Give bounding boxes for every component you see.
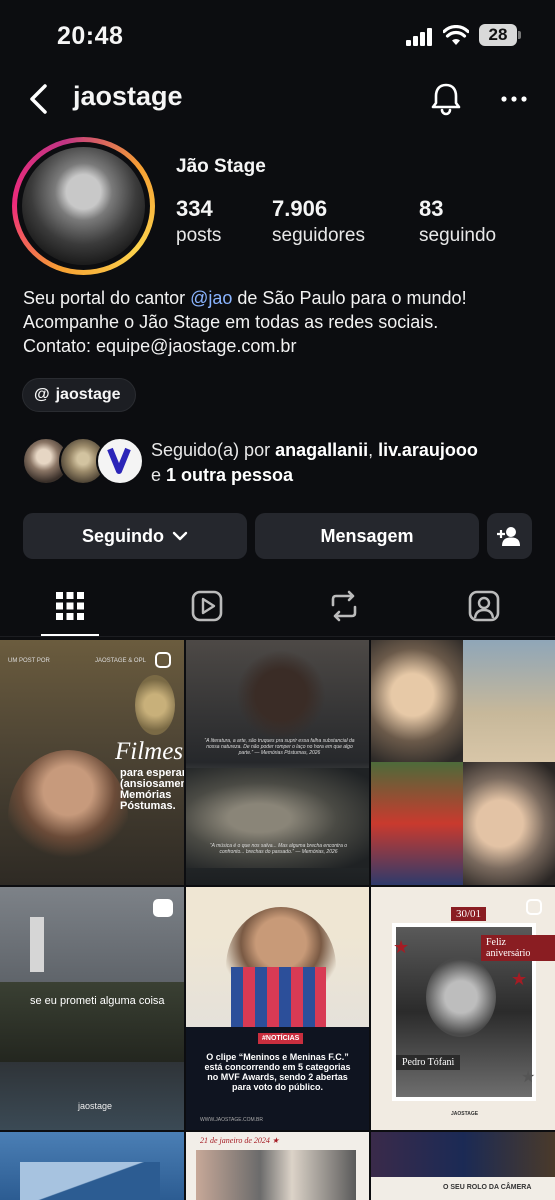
post-caption: “A literatura, a arte, são truques pra s…: [204, 738, 355, 756]
bio-text: de São Paulo para o mundo!: [232, 288, 467, 308]
mutual-follower-name: anagallanii: [275, 440, 369, 460]
post-caption: O SEU ROLO DA CÂMERA: [443, 1184, 532, 1191]
profile-bio: Seu portal do cantor @jao de São Paulo p…: [23, 286, 543, 358]
post-caption: se eu prometi alguma coisa: [30, 995, 165, 1007]
reel-icon: [153, 899, 173, 917]
bio-contact: Contato: equipe@jaostage.com.br: [23, 336, 297, 356]
post-credit: UM POST POR: [8, 658, 50, 664]
tagged-tab-icon[interactable]: [464, 586, 504, 626]
chevron-down-icon: [172, 531, 188, 541]
message-button-label: Mensagem: [320, 525, 414, 546]
following-button-label: Seguindo: [82, 525, 164, 546]
back-arrow-icon[interactable]: [25, 82, 55, 116]
post-thumbnail[interactable]: 30/01 Feliz aniversário Pedro Tófani JAO…: [371, 887, 555, 1130]
mutual-followers-others: 1 outra pessoa: [166, 465, 294, 485]
more-options-icon[interactable]: [500, 90, 528, 108]
post-name: Pedro Tófani: [396, 1055, 461, 1070]
followers-count[interactable]: 7.906: [272, 196, 327, 222]
post-thumbnail[interactable]: UM POST POR JAOSTAGE & OPL Filmes para e…: [0, 640, 184, 885]
cellular-signal-icon: [406, 28, 434, 46]
post-date: 30/01: [451, 907, 487, 921]
battery-indicator: 28: [479, 24, 521, 46]
clock: 20:48: [57, 22, 124, 50]
followers-label[interactable]: seguidores: [272, 225, 365, 247]
post-caption: “A música é o que nos salva... Mas algum…: [209, 843, 348, 855]
threads-username: jaostage: [55, 386, 121, 403]
post-footer: JAOSTAGE: [451, 1111, 479, 1117]
mutual-follower-name: liv.araujooo: [378, 440, 478, 460]
post-title: Filmes: [115, 738, 184, 765]
post-thumbnail[interactable]: [371, 640, 555, 885]
bio-mention-link[interactable]: @jao: [190, 288, 232, 308]
bio-text: Seu portal do cantor: [23, 288, 191, 308]
post-greeting: Feliz aniversário: [481, 935, 555, 961]
profile-avatar: [22, 147, 145, 265]
post-subtitle: para esperar(ansiosamente)MemóriasPóstum…: [120, 767, 184, 812]
threads-link-chip[interactable]: @ jaostage: [22, 378, 136, 412]
post-thumbnail[interactable]: #NOTÍCIAS O clipe “Meninos e Meninas F.C…: [186, 887, 369, 1130]
post-headline: O clipe “Meninos e Meninas F.C.” está co…: [204, 1052, 351, 1092]
following-count[interactable]: 83: [419, 196, 443, 222]
add-person-button[interactable]: [487, 513, 532, 559]
post-credit: JAOSTAGE & OPL: [95, 658, 146, 664]
star-decoration: ★: [511, 969, 528, 989]
followed-by-text[interactable]: Seguido(a) por anagallanii, liv.araujooo…: [151, 438, 531, 488]
post-thumbnail[interactable]: se eu prometi alguma coisa jaostage: [0, 887, 184, 1130]
profile-avatar-story-ring[interactable]: [12, 137, 155, 275]
star-decoration: ★: [393, 937, 410, 957]
post-footer: WWW.JAOSTAGE.COM.BR: [200, 1117, 263, 1123]
message-button[interactable]: Mensagem: [255, 513, 479, 559]
followed-by-conjunction: e: [151, 465, 167, 485]
separator: ,: [368, 440, 379, 460]
star-decoration: ★: [521, 1069, 536, 1086]
following-button[interactable]: Seguindo: [23, 513, 247, 559]
wifi-icon: [443, 25, 469, 45]
grid-posts-tab-icon[interactable]: [50, 586, 90, 626]
post-thumbnail[interactable]: “A literatura, a arte, são truques pra s…: [186, 640, 369, 885]
display-name: Jão Stage: [176, 156, 266, 177]
followed-by-prefix: Seguido(a) por: [151, 440, 276, 460]
posts-count[interactable]: 334: [176, 196, 213, 222]
news-tag: #NOTÍCIAS: [258, 1033, 304, 1044]
notification-bell-icon[interactable]: [428, 81, 464, 117]
carousel-icon: [526, 899, 542, 915]
post-thumbnail[interactable]: 21 de janeiro de 2024 ★: [186, 1132, 369, 1200]
post-thumbnail[interactable]: [0, 1132, 184, 1200]
post-footer: jaostage: [78, 1101, 113, 1111]
following-label[interactable]: seguindo: [419, 225, 496, 247]
posts-label[interactable]: posts: [176, 225, 221, 247]
avatar: [96, 437, 144, 485]
reels-tab-icon[interactable]: [187, 586, 227, 626]
divider: [0, 636, 555, 637]
status-bar: 20:48 28: [0, 0, 555, 70]
add-person-icon: [496, 527, 520, 546]
header-username: jaostage: [73, 81, 183, 111]
threads-icon: @: [34, 386, 50, 403]
post-date: 21 de janeiro de 2024 ★: [200, 1136, 280, 1145]
post-thumbnail[interactable]: O SEU ROLO DA CÂMERA: [371, 1132, 555, 1200]
bio-line: Acompanhe o Jão Stage em todas as redes …: [23, 312, 439, 332]
reposts-tab-icon[interactable]: [324, 586, 364, 626]
mutual-followers-avatars[interactable]: [22, 437, 144, 489]
carousel-icon: [155, 652, 171, 668]
